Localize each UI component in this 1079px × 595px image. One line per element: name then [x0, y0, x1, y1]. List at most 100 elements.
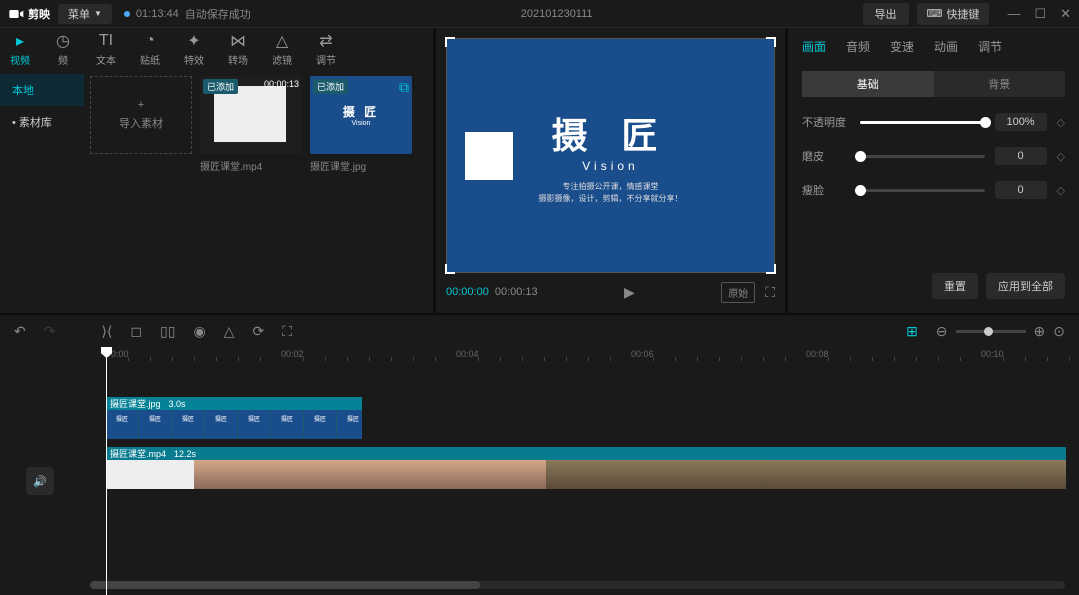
track-frame: [634, 460, 678, 489]
track-frame: [282, 460, 326, 489]
split-button[interactable]: ⟩⟨: [101, 323, 112, 340]
track-frame: [326, 460, 370, 489]
maximize-button[interactable]: ☐: [1034, 6, 1046, 22]
media-side-0[interactable]: 本地: [0, 74, 84, 106]
zoom-out-button[interactable]: ⊖: [936, 323, 948, 340]
redo-button[interactable]: ↷: [44, 323, 56, 340]
track-frame: [810, 460, 854, 489]
resize-handle-br[interactable]: [766, 264, 776, 274]
prop-tab-1[interactable]: 音频: [846, 38, 870, 55]
slim-label: 瘦脸: [802, 182, 850, 198]
media-tab-6[interactable]: △滤镜: [272, 32, 292, 67]
track-frame: 摄匠: [271, 410, 303, 439]
plus-icon: +: [138, 99, 144, 111]
app-logo: 剪映: [8, 6, 50, 22]
slim-stepper[interactable]: ◇: [1057, 184, 1065, 197]
media-tab-2[interactable]: TI文本: [96, 32, 116, 67]
fullscreen-button[interactable]: ⛶: [765, 284, 775, 301]
preview-canvas[interactable]: 摄 匠 Vision 专注拍摄公开课，情感课堂 摄影摄像，设计，剪辑，不分享就分…: [446, 38, 775, 273]
smooth-stepper[interactable]: ◇: [1057, 150, 1065, 163]
reset-button[interactable]: 重置: [932, 273, 978, 299]
resize-handle-tl[interactable]: [445, 37, 455, 47]
undo-button[interactable]: ↶: [14, 323, 26, 340]
prop-tab-0[interactable]: 画面: [802, 38, 826, 55]
ruler-tick: 00:08: [806, 349, 829, 359]
timeline-track-video[interactable]: 摄匠课堂.mp412.2s: [106, 447, 1066, 489]
tab-icon: ◷: [54, 32, 72, 50]
mirror-button[interactable]: △: [224, 323, 235, 340]
opacity-slider[interactable]: [860, 121, 985, 124]
tab-icon: △: [273, 32, 291, 50]
preview-description: 专注拍摄公开课，情感课堂 摄影摄像，设计，剪辑，不分享就分享！: [539, 181, 683, 203]
keyboard-icon: ⌨: [927, 7, 943, 20]
media-tab-5[interactable]: ⋈转场: [228, 32, 248, 67]
track-frame: [590, 460, 634, 489]
preview-title-text: 摄 匠: [551, 107, 669, 159]
media-tab-7[interactable]: ⇄调节: [316, 32, 336, 67]
prop-tab-3[interactable]: 动画: [934, 38, 958, 55]
resize-handle-tr[interactable]: [766, 37, 776, 47]
smooth-slider[interactable]: [860, 155, 985, 158]
track-frame: [1030, 460, 1066, 489]
tab-icon: ⋈: [229, 32, 247, 50]
smooth-label: 磨皮: [802, 148, 850, 164]
current-time: 00:00:00: [446, 286, 489, 298]
track-frame: 摄匠: [304, 410, 336, 439]
ratio-button[interactable]: ▯▯: [160, 323, 175, 340]
smooth-value[interactable]: 0: [995, 147, 1047, 165]
track-frame: [370, 460, 414, 489]
apply-all-button[interactable]: 应用到全部: [986, 273, 1065, 299]
preview-subtitle-text: Vision: [582, 159, 638, 173]
timeline-scrollbar[interactable]: [90, 581, 1065, 589]
ruler-tick: 00:04: [456, 349, 479, 359]
opacity-stepper[interactable]: ◇: [1057, 116, 1065, 129]
track-frame: [678, 460, 722, 489]
magnet-button[interactable]: ⊞: [906, 323, 918, 340]
sub-tab-background[interactable]: 背景: [934, 71, 1066, 97]
shortcuts-button[interactable]: ⌨ 快捷键: [917, 3, 990, 25]
media-item-video[interactable]: 已添加 00:00:13 摄匠课堂.mp4: [200, 76, 302, 173]
media-side-1[interactable]: • 素材库: [0, 106, 84, 138]
media-tab-3[interactable]: ◔贴纸: [140, 32, 160, 67]
ruler-tick: 00:06: [631, 349, 654, 359]
timeline-track-image[interactable]: 摄匠课堂.jpg3.0s 摄匠摄匠摄匠摄匠摄匠摄匠摄匠摄匠: [106, 397, 362, 439]
play-button[interactable]: ▶: [624, 284, 635, 301]
track-frame: 摄匠: [205, 410, 237, 439]
track-frame: [766, 460, 810, 489]
speed-button[interactable]: ◉: [193, 323, 205, 340]
zoom-in-button[interactable]: ⊕: [1034, 323, 1046, 340]
track-frame: [722, 460, 766, 489]
track-frame: 摄匠: [172, 410, 204, 439]
media-item-image[interactable]: 已添加 ⧉ 摄 匠 Vision 摄匠课堂.jpg: [310, 76, 412, 173]
track-frame: [502, 460, 546, 489]
zoom-fit-button[interactable]: ⊙: [1053, 323, 1065, 340]
original-ratio-button[interactable]: 原始: [721, 282, 755, 303]
qr-code: [465, 132, 513, 180]
sub-tab-basic[interactable]: 基础: [802, 71, 934, 97]
slim-value[interactable]: 0: [995, 181, 1047, 199]
tab-icon: ⇄: [317, 32, 335, 50]
prop-tab-4[interactable]: 调节: [978, 38, 1002, 55]
playhead[interactable]: [106, 347, 107, 595]
track-frame: [854, 460, 898, 489]
import-media-tile[interactable]: + 导入素材: [90, 76, 192, 154]
media-tab-0[interactable]: ▸视频: [10, 32, 30, 67]
crop-button[interactable]: ◻: [130, 323, 142, 340]
crop2-button[interactable]: ⛶: [282, 323, 292, 340]
menu-dropdown[interactable]: 菜单 ▼: [58, 4, 112, 24]
slim-slider[interactable]: [860, 189, 985, 192]
prop-tab-2[interactable]: 变速: [890, 38, 914, 55]
track-frame: [194, 460, 238, 489]
rotate-button[interactable]: ⟳: [252, 323, 264, 340]
media-tab-4[interactable]: ✦特效: [184, 32, 204, 67]
media-tab-1[interactable]: ◷频: [54, 32, 72, 67]
zoom-slider[interactable]: [956, 330, 1026, 333]
track-mute-button[interactable]: 🔊: [26, 467, 54, 495]
close-button[interactable]: ✕: [1060, 6, 1071, 22]
resize-handle-bl[interactable]: [445, 264, 455, 274]
timeline-ruler[interactable]: 00:0000:0200:0400:0600:0800:10: [80, 347, 1079, 367]
opacity-label: 不透明度: [802, 114, 850, 130]
opacity-value[interactable]: 100%: [995, 113, 1047, 131]
minimize-button[interactable]: —: [1007, 6, 1020, 22]
export-button[interactable]: 导出: [863, 3, 909, 25]
